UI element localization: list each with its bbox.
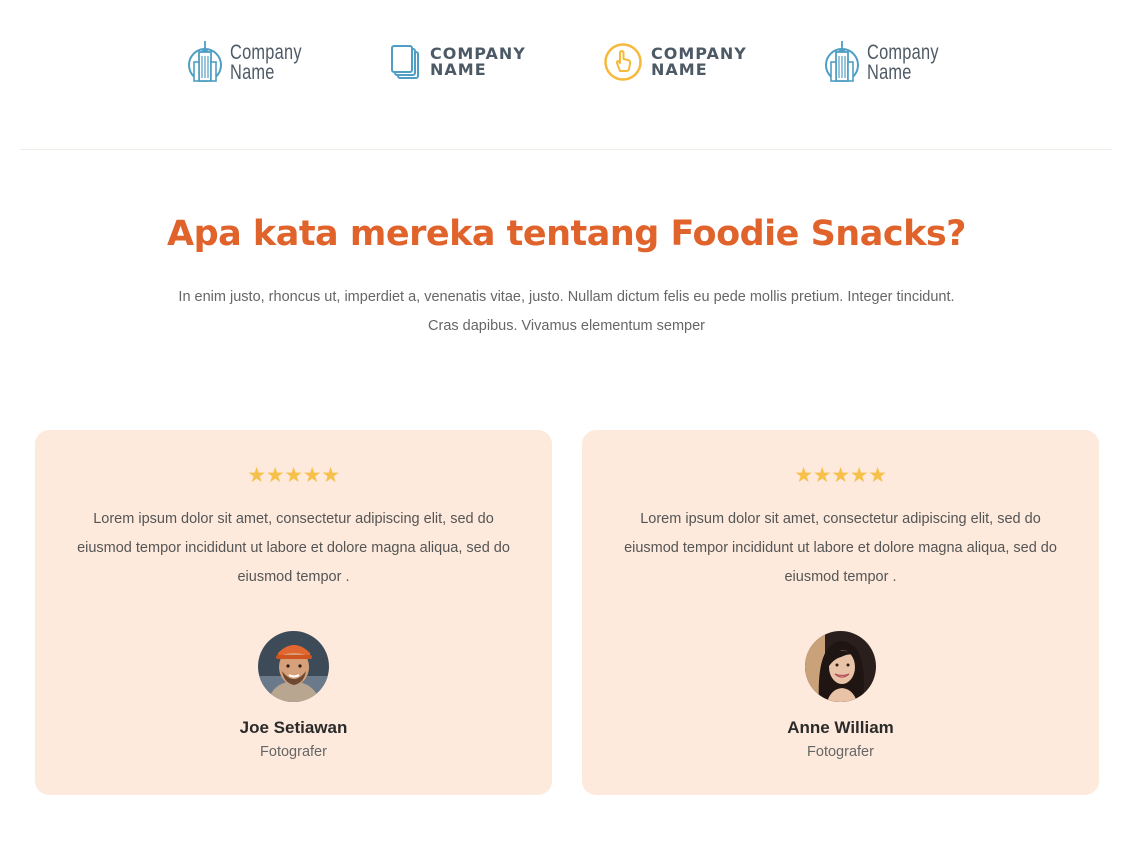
- stacked-pages-icon: [390, 44, 422, 80]
- pointer-hand-icon: [603, 42, 643, 82]
- section-divider: [20, 149, 1112, 150]
- company-logo: COMPANY NAME: [603, 42, 747, 82]
- star-icon: ★: [265, 463, 285, 487]
- testimonial-card: ★ ★ ★ ★ ★ Lorem ipsum dolor sit amet, co…: [35, 430, 552, 795]
- testimonial-quote: Lorem ipsum dolor sit amet, consectetur …: [624, 511, 1057, 585]
- section-subtitle: In enim justo, rhoncus ut, imperdiet a, …: [178, 289, 955, 334]
- client-logos-strip: Company Name COMPANY NAME COMPANY NAME C…: [0, 0, 1133, 150]
- logo-text-line1: Company: [867, 41, 939, 64]
- section-title: Apa kata mereka tentang Foodie Snacks?: [166, 214, 967, 254]
- company-logo: Company Name: [823, 40, 959, 84]
- star-icon: ★: [794, 463, 814, 487]
- avatar: [805, 631, 876, 702]
- logo-text-line2: NAME: [651, 60, 708, 79]
- person-role: Fotografer: [807, 744, 874, 760]
- person-role: Fotografer: [260, 744, 327, 760]
- star-rating: ★ ★ ★ ★ ★: [35, 462, 552, 488]
- testimonial-card: ★ ★ ★ ★ ★ Lorem ipsum dolor sit amet, co…: [582, 430, 1099, 795]
- star-rating: ★ ★ ★ ★ ★: [582, 462, 1099, 488]
- star-icon: ★: [831, 463, 851, 487]
- logo-text-line2: Name: [230, 61, 275, 84]
- logo-text-line1: Company: [230, 41, 302, 64]
- person-name: Joe Setiawan: [239, 718, 348, 737]
- star-icon: ★: [812, 463, 832, 487]
- logo-text-line2: NAME: [430, 60, 487, 79]
- star-icon: ★: [849, 463, 869, 487]
- star-icon: ★: [284, 463, 304, 487]
- company-logo: Company Name: [186, 40, 322, 84]
- skyscraper-icon: [186, 40, 224, 84]
- logo-text-line2: Name: [867, 61, 912, 84]
- star-icon: ★: [321, 463, 341, 487]
- person-name: Anne William: [787, 718, 894, 737]
- star-icon: ★: [302, 463, 322, 487]
- star-icon: ★: [868, 463, 888, 487]
- avatar: [258, 631, 329, 702]
- star-icon: ★: [247, 463, 267, 487]
- skyscraper-icon: [823, 40, 861, 84]
- testimonial-quote: Lorem ipsum dolor sit amet, consectetur …: [77, 511, 510, 585]
- company-logo: COMPANY NAME: [390, 44, 526, 80]
